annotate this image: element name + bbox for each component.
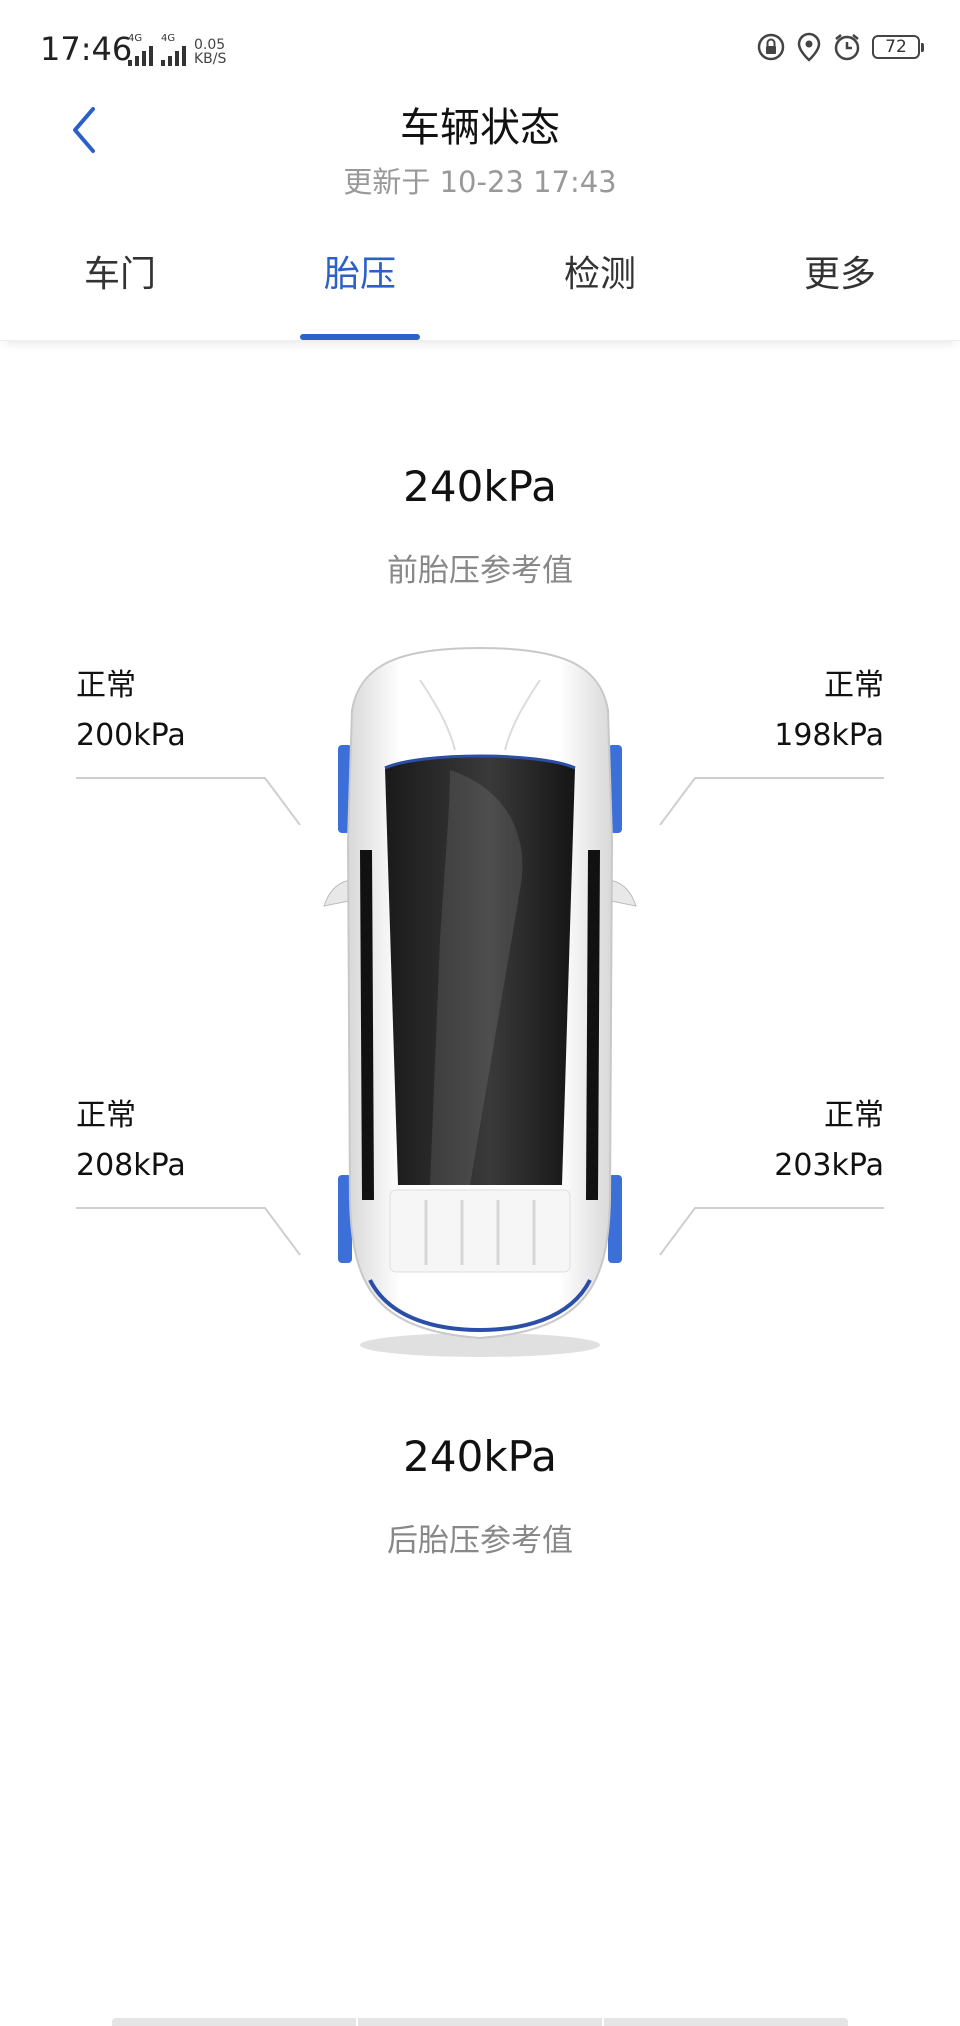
battery-icon: 72	[872, 35, 924, 59]
status-bar: 17:46 4G 4G 0.05 KB/S 72	[0, 0, 960, 100]
tab-doors[interactable]: 车门	[0, 230, 240, 340]
page-header: 车辆状态 更新于 10-23 17:43	[0, 100, 960, 210]
front-right-status: 正常	[824, 668, 884, 703]
tab-tire-pressure[interactable]: 胎压	[240, 230, 480, 340]
status-time: 17:46	[40, 30, 133, 68]
network-1-label: 4G	[128, 33, 143, 44]
rear-left-leader	[76, 1207, 301, 1256]
car-top-view-image	[323, 646, 637, 1357]
tab-bar: 车门 胎压 检测 更多	[0, 230, 960, 341]
tab-inspection[interactable]: 检测	[480, 230, 720, 340]
front-left-leader	[76, 777, 301, 826]
lock-rotation-icon	[757, 33, 785, 61]
network-2-label: 4G	[161, 33, 176, 44]
tab-more[interactable]: 更多	[720, 230, 960, 340]
front-reference-label: 前胎压参考值	[387, 553, 573, 589]
network-speed: 0.05 KB/S	[194, 37, 227, 67]
bottom-bar	[112, 2018, 848, 2026]
front-right-pressure: 198kPa	[774, 718, 884, 753]
rear-reference-label: 后胎压参考值	[387, 1523, 573, 1559]
rear-right-status: 正常	[824, 1098, 884, 1133]
rear-left-pressure: 208kPa	[76, 1148, 186, 1183]
rear-left-status: 正常	[76, 1098, 136, 1133]
page-title: 车辆状态	[400, 105, 560, 151]
status-icons: 72	[756, 32, 924, 62]
front-left-pressure: 200kPa	[76, 718, 186, 753]
front-reference-value: 240kPa	[403, 462, 557, 511]
rear-right-pressure: 203kPa	[774, 1148, 884, 1183]
network-indicators: 4G 4G 0.05 KB/S	[128, 30, 226, 66]
location-icon	[797, 32, 821, 62]
alarm-icon	[834, 34, 860, 61]
front-left-status: 正常	[76, 668, 136, 703]
signal-icon: 4G	[161, 34, 186, 66]
rear-right-leader	[659, 1207, 884, 1256]
rear-reference-value: 240kPa	[403, 1432, 557, 1481]
front-right-leader	[659, 777, 884, 826]
signal-icon: 4G	[128, 34, 153, 66]
update-time: 更新于 10-23 17:43	[343, 165, 617, 199]
